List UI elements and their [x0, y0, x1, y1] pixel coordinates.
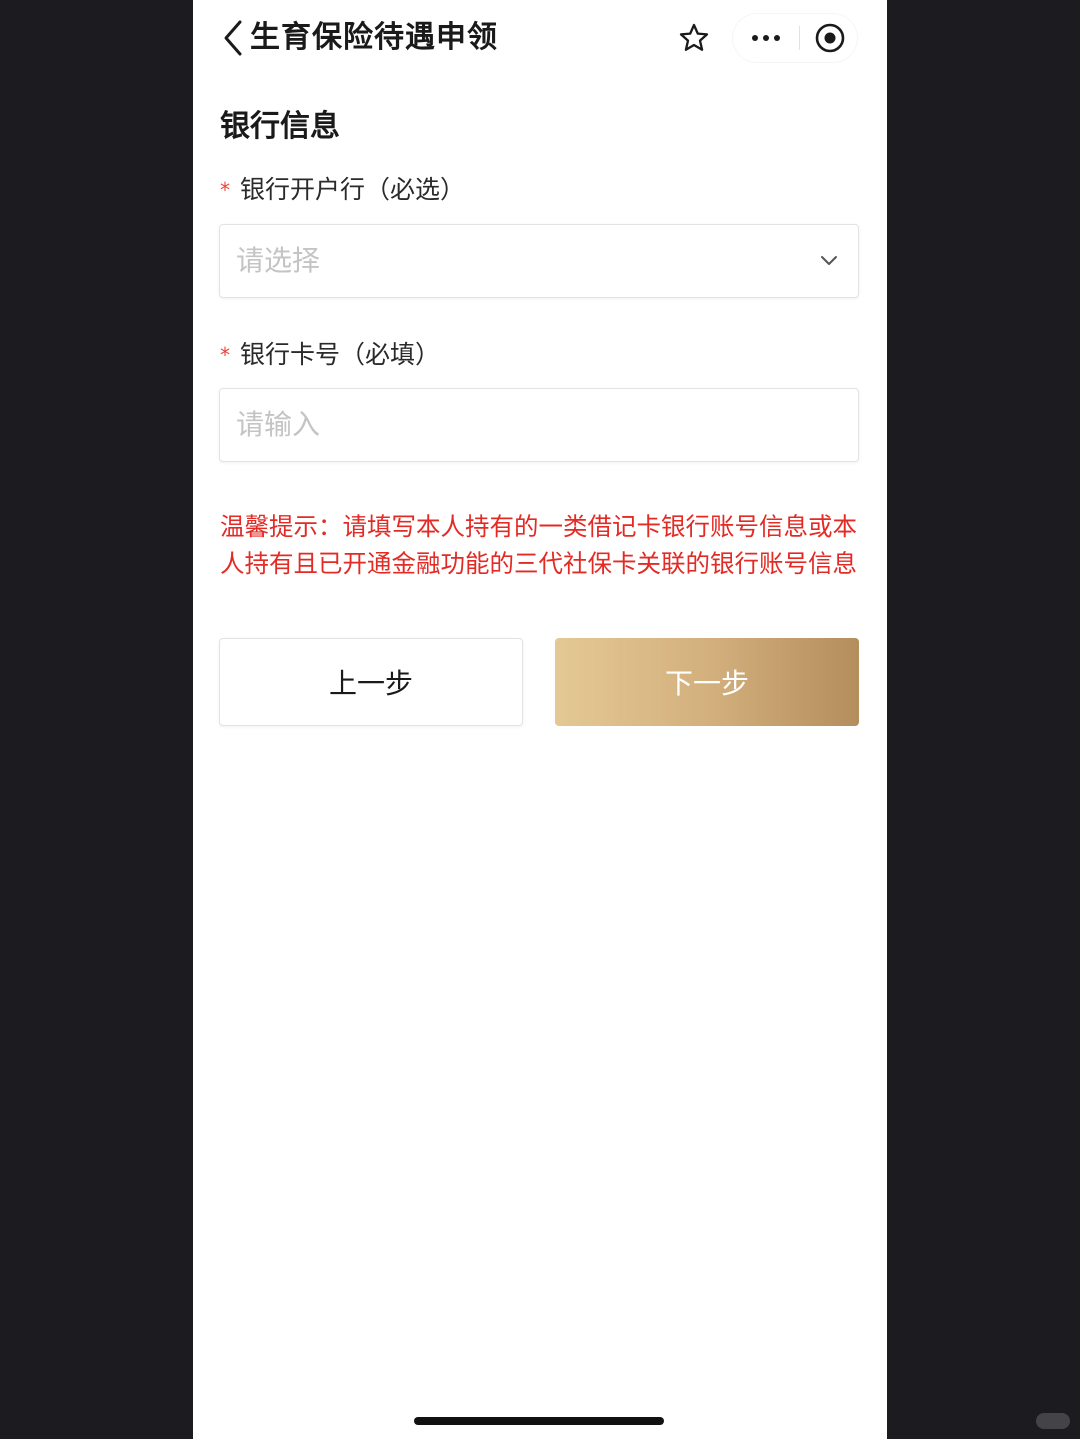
watermark-badge	[1036, 1413, 1070, 1429]
section-title: 银行信息	[220, 109, 340, 144]
target-circle-icon	[815, 23, 845, 53]
more-button[interactable]	[733, 14, 799, 62]
required-mark: *	[220, 178, 230, 202]
back-button[interactable]	[219, 18, 247, 58]
capsule-divider	[799, 26, 800, 50]
bank-select-placeholder: 请选择	[236, 244, 321, 277]
card-input-placeholder: 请输入	[236, 408, 321, 441]
card-number-input[interactable]: 请输入	[219, 388, 859, 462]
card-field-label: * 银行卡号（必填）	[220, 337, 440, 373]
chevron-left-icon	[224, 20, 242, 56]
next-step-button[interactable]: 下一步	[555, 638, 859, 726]
bank-label-text: 银行开户行（必选）	[240, 175, 466, 204]
warm-tip: 温馨提示：请填写本人持有的一类借记卡银行账号信息或本人持有且已开通金融功能的三代…	[220, 512, 857, 578]
chevron-down-icon	[818, 250, 840, 272]
required-mark: *	[220, 343, 230, 367]
more-dots-icon	[752, 35, 780, 41]
home-indicator	[414, 1417, 664, 1425]
star-outline-icon	[679, 23, 709, 51]
page-title: 生育保险待遇申领	[250, 20, 498, 55]
bank-select[interactable]: 请选择	[219, 224, 859, 298]
favorite-button[interactable]	[677, 20, 711, 56]
prev-step-button[interactable]: 上一步	[219, 638, 523, 726]
mini-program-screen: 生育保险待遇申领 银行信息 * 银行开户行（必选） 请选择 * 银行卡号（必填）…	[193, 0, 887, 1439]
card-label-text: 银行卡号（必填）	[240, 340, 441, 369]
navigation-bar: 生育保险待遇申领	[193, 0, 887, 80]
menu-capsule	[733, 14, 857, 62]
close-miniprogram-button[interactable]	[803, 14, 857, 62]
bank-field-label: * 银行开户行（必选）	[220, 172, 465, 208]
